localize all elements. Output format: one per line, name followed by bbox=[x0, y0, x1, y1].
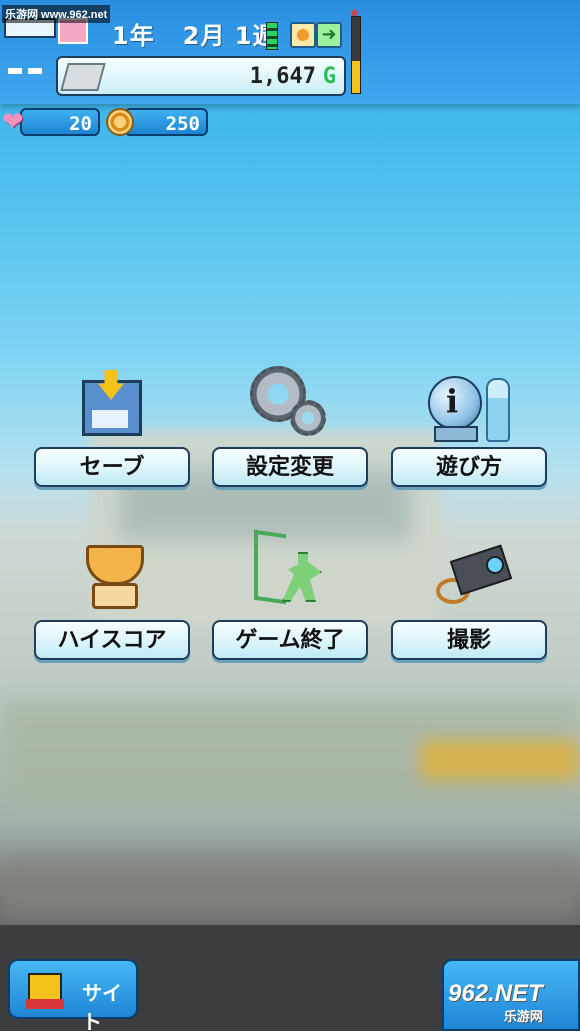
site-button[interactable]: サイト bbox=[8, 959, 138, 1034]
photo-button[interactable]: 撮影 bbox=[391, 620, 547, 660]
date-month: 2月 bbox=[182, 22, 226, 50]
next-arrow-button[interactable]: ➜ bbox=[316, 22, 342, 48]
quit-game-button[interactable]: ゲーム終了 bbox=[212, 620, 368, 660]
weather-sun-icon[interactable] bbox=[290, 22, 316, 48]
background-awning bbox=[420, 740, 580, 780]
settings-button[interactable]: 設定変更 bbox=[212, 447, 368, 487]
how-to-play-button[interactable]: 遊び方 bbox=[391, 447, 547, 487]
site-button-label: サイト bbox=[82, 981, 122, 1034]
hearts-value: 20 bbox=[69, 113, 92, 135]
dash-indicator bbox=[8, 68, 42, 74]
coins-counter: 250 bbox=[124, 108, 208, 136]
speed-level-icon[interactable] bbox=[266, 22, 278, 50]
camera-icon[interactable] bbox=[436, 544, 513, 604]
date-year: 1年 bbox=[112, 22, 155, 50]
money-box: 1,647 G bbox=[56, 56, 346, 96]
level-meter bbox=[351, 16, 361, 94]
hearts-counter: 20 bbox=[20, 108, 100, 136]
money-bills-icon bbox=[60, 63, 106, 91]
info-orb-icon[interactable]: i bbox=[428, 376, 512, 444]
heart-icon: ❤ bbox=[2, 107, 24, 137]
save-button[interactable]: セーブ bbox=[34, 447, 190, 487]
floppy-save-icon[interactable] bbox=[82, 370, 142, 436]
money-unit: G bbox=[322, 64, 336, 89]
watermark-top: 乐游网 www.962.net bbox=[2, 5, 111, 23]
money-value: 1,647 bbox=[249, 64, 316, 89]
watermark-brand: 962.NET bbox=[448, 980, 543, 1007]
trophy-icon[interactable] bbox=[72, 545, 152, 609]
high-score-button[interactable]: ハイスコア bbox=[34, 620, 190, 660]
background-fence bbox=[0, 860, 580, 920]
date-display: 1年 2月 1週 bbox=[112, 16, 278, 51]
watermark-bottom: 962.NET 乐游网 bbox=[448, 980, 543, 1025]
gears-settings-icon[interactable] bbox=[250, 366, 330, 438]
site-character-icon bbox=[26, 973, 64, 1009]
watermark-sub: 乐游网 bbox=[503, 1009, 543, 1024]
coins-value: 250 bbox=[165, 113, 200, 135]
level-meter-fill bbox=[352, 61, 360, 93]
coin-icon bbox=[106, 108, 134, 136]
exit-door-icon[interactable] bbox=[254, 529, 326, 605]
